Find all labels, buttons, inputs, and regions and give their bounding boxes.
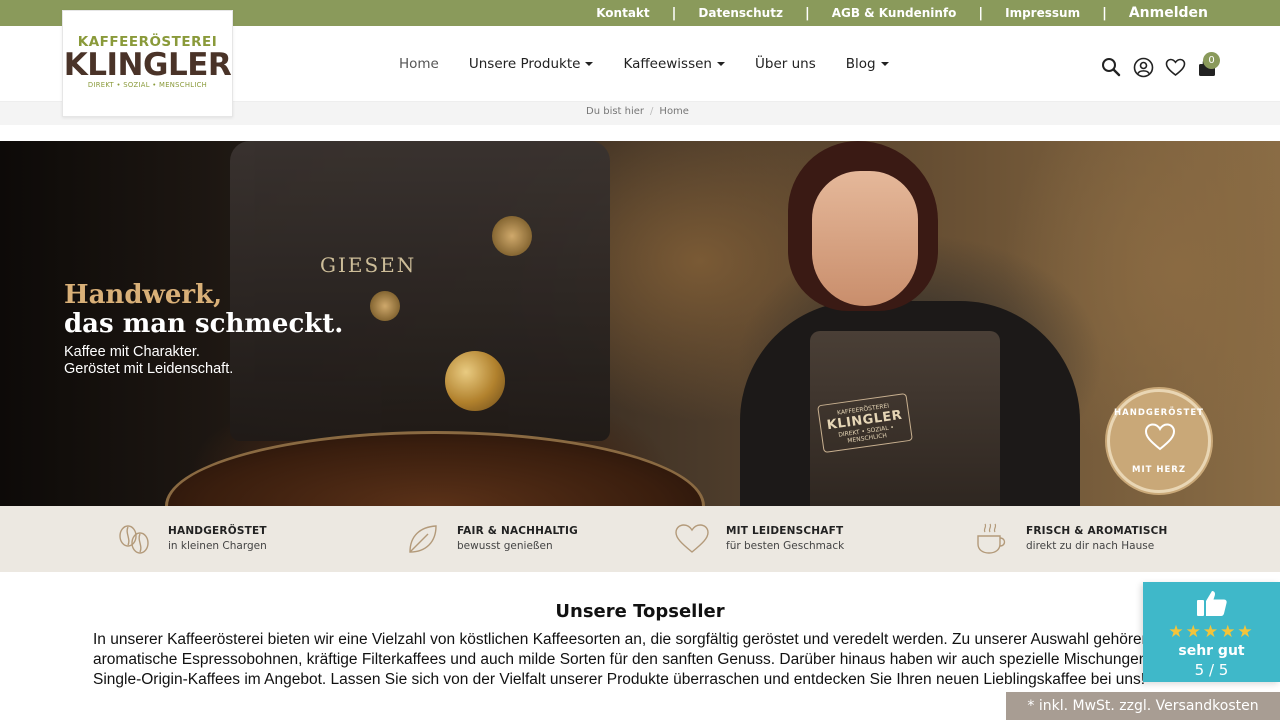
nav-label: Blog [845,56,876,72]
feature-item: FAIR & NACHHALTIG bewusst genießen [405,521,578,557]
feature-subtitle: bewusst genießen [457,540,553,552]
feature-subtitle: direkt zu dir nach Hause [1026,540,1155,552]
logo-line-2: KLINGLER [63,47,232,83]
hero-headline-2: das man schmeckt. [64,309,344,339]
feature-subtitle: für besten Geschmack [726,540,845,552]
rating-score: 5 / 5 [1194,661,1229,679]
coffee-bean-drum [165,431,705,506]
nav-ueber-uns[interactable]: Über uns [740,56,831,72]
leaf-icon [405,521,441,557]
coffee-cup-icon [974,521,1010,557]
link-agb[interactable]: AGB & Kundeninfo [810,6,979,20]
heart-icon [1144,423,1176,451]
person-face [812,171,918,306]
feature-title: MIT LEIDENSCHAFT [726,525,844,537]
thumbs-up-icon [1196,591,1227,616]
tax-shipping-note[interactable]: * inkl. MwSt. zzgl. Versandkosten [1006,692,1280,720]
main-navigation: Home Unsere Produkte Kaffeewissen Über u… [384,26,904,102]
feature-title: FAIR & NACHHALTIG [457,525,578,537]
hero-subline-2: Geröstet mit Leidenschaft. [64,361,234,377]
roaster-dial [370,291,400,321]
feature-item: HANDGERÖSTET in kleinen Chargen [116,521,267,557]
rating-label: sehr gut [1178,643,1245,659]
nav-label: Kaffeewissen [623,56,712,72]
heart-icon [674,521,710,557]
search-icon[interactable] [1100,56,1122,78]
header-icons: 0 [1100,52,1220,78]
intro-paragraph: In unserer Kaffeerösterei bieten wir ein… [93,631,1178,688]
section-title: Unsere Topseller [555,601,725,622]
feature-item: FRISCH & AROMATISCH direkt zu dir nach H… [974,521,1168,557]
wishlist-heart-icon[interactable] [1164,56,1186,78]
logo-tagline: DIREKT • SOZIAL • MENSCHLICH [87,81,208,89]
nav-blog[interactable]: Blog [831,56,904,72]
caret-down-icon [585,62,594,66]
feature-item: MIT LEIDENSCHAFT für besten Geschmack [674,521,844,557]
feature-strip: HANDGERÖSTET in kleinen Chargen FAIR & N… [0,506,1280,572]
login-link[interactable]: Anmelden [1107,5,1208,21]
user-account-icon[interactable] [1132,56,1154,78]
link-datenschutz[interactable]: Datenschutz [676,6,805,20]
link-impressum[interactable]: Impressum [983,6,1102,20]
nav-home[interactable]: Home [384,56,454,72]
hero-banner: GIESEN KAFFEERÖSTEREI KLINGLER DIREKT • … [0,141,1280,506]
rating-stars: ★★★★★ [1168,622,1255,642]
cart-count-badge: 0 [1203,52,1220,69]
breadcrumb-current[interactable]: Home [659,106,689,117]
nav-unsere-produkte[interactable]: Unsere Produkte [454,56,609,72]
feature-subtitle: in kleinen Chargen [168,540,267,552]
site-logo[interactable]: KAFFEERÖSTEREI KLINGLER DIREKT • SOZIAL … [62,10,233,117]
hero-subline-1: Kaffee mit Charakter. [64,344,200,360]
nav-kaffeewissen[interactable]: Kaffeewissen [608,56,740,72]
roaster-person-image: KAFFEERÖSTEREI KLINGLER DIREKT • SOZIAL … [740,141,1100,506]
rating-widget[interactable]: ★★★★★ sehr gut 5 / 5 [1143,582,1280,682]
nav-label: Unsere Produkte [468,56,581,72]
roaster-knob [445,351,505,411]
breadcrumb-prefix: Du bist hier [586,106,645,117]
coffee-beans-icon [116,521,152,557]
stamp-top-text: HANDGERÖSTET [1114,408,1204,418]
utility-links: Kontakt | Datenschutz | AGB & Kundeninfo… [574,0,1208,26]
handgeroestet-stamp: HANDGERÖSTET MIT HERZ [1107,389,1211,493]
roaster-brand: GIESEN [320,253,417,277]
caret-down-icon [880,62,889,66]
hero-headline-1: Handwerk, [64,280,223,310]
feature-title: FRISCH & AROMATISCH [1026,525,1168,537]
caret-down-icon [717,62,725,66]
roaster-dial [492,216,532,256]
stamp-bottom-text: MIT HERZ [1131,465,1186,475]
feature-title: HANDGERÖSTET [168,525,267,537]
breadcrumb-separator: / [650,106,654,117]
link-kontakt[interactable]: Kontakt [574,6,671,20]
hero-text: Handwerk, das man schmeckt. Kaffee mit C… [64,281,343,378]
nav-label: Home [399,56,439,72]
nav-label: Über uns [755,56,816,72]
